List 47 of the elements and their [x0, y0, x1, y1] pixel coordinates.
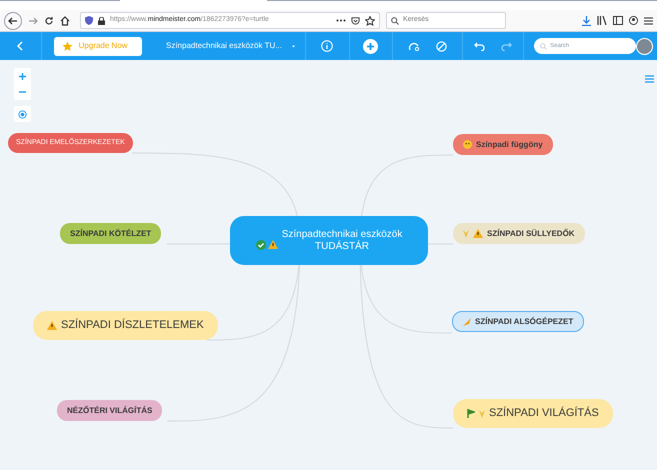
- center-map-button[interactable]: [14, 106, 31, 122]
- search-icon: [540, 42, 548, 50]
- home-icon[interactable]: [60, 16, 70, 26]
- sidebar-icon[interactable]: [613, 16, 623, 25]
- connect-icon[interactable]: [408, 41, 420, 51]
- star-icon[interactable]: [365, 16, 375, 26]
- library-icon[interactable]: [597, 16, 607, 25]
- topic-node[interactable]: NÉZŐTÉRI VILÁGÍTÁS: [57, 400, 162, 421]
- shield-icon: [85, 16, 93, 25]
- topic-node[interactable]: Színpadi függöny: [453, 134, 553, 155]
- download-icon[interactable]: [582, 16, 591, 26]
- smiley-icon: [463, 140, 472, 149]
- plus-icon: [19, 72, 26, 80]
- flag-icon: [467, 409, 475, 418]
- caret-icon: [292, 44, 295, 48]
- check-icon: [256, 240, 266, 250]
- minus-icon: [19, 91, 26, 93]
- back-button[interactable]: [4, 12, 22, 30]
- lock-icon: [98, 16, 105, 24]
- redo-icon[interactable]: [500, 42, 512, 50]
- block-icon[interactable]: [436, 40, 447, 52]
- account-icon[interactable]: [629, 16, 638, 25]
- warning-icon: [47, 321, 57, 330]
- add-icon[interactable]: [363, 38, 378, 54]
- user-avatar[interactable]: [636, 38, 653, 54]
- back-arrow-icon: [8, 16, 18, 26]
- warning-icon: [268, 240, 278, 249]
- topic-node[interactable]: SZÍNPADI KÖTÉLZET: [60, 223, 162, 244]
- pocket-icon[interactable]: [351, 16, 360, 25]
- more-icon[interactable]: [336, 19, 346, 22]
- forward-arrow-icon[interactable]: [28, 16, 38, 26]
- reload-icon[interactable]: [44, 16, 54, 26]
- central-topic-text: Színpadtechnikai eszközök: [282, 228, 402, 240]
- star-icon: [62, 40, 73, 52]
- warning-icon: [473, 229, 483, 238]
- menu-icon[interactable]: [644, 16, 653, 24]
- topic-node[interactable]: SZÍNPADI DÍSZLETELEMEK: [33, 311, 218, 340]
- topic-node[interactable]: SZÍNPADI SÜLLYEDŐK: [453, 223, 585, 244]
- search-icon: [391, 16, 399, 24]
- target-icon: [18, 110, 27, 118]
- back-chevron-icon[interactable]: [17, 41, 24, 51]
- pin-icon: [463, 318, 471, 326]
- undo-icon[interactable]: [474, 42, 485, 50]
- info-icon[interactable]: [321, 40, 334, 52]
- topic-node[interactable]: SZÍNPADI ALSÓGÉPEZET: [452, 311, 584, 332]
- topic-node[interactable]: SZÍNPADI VILÁGÍTÁS: [453, 399, 613, 428]
- central-topic-text: TUDÁSTÁR: [315, 240, 369, 252]
